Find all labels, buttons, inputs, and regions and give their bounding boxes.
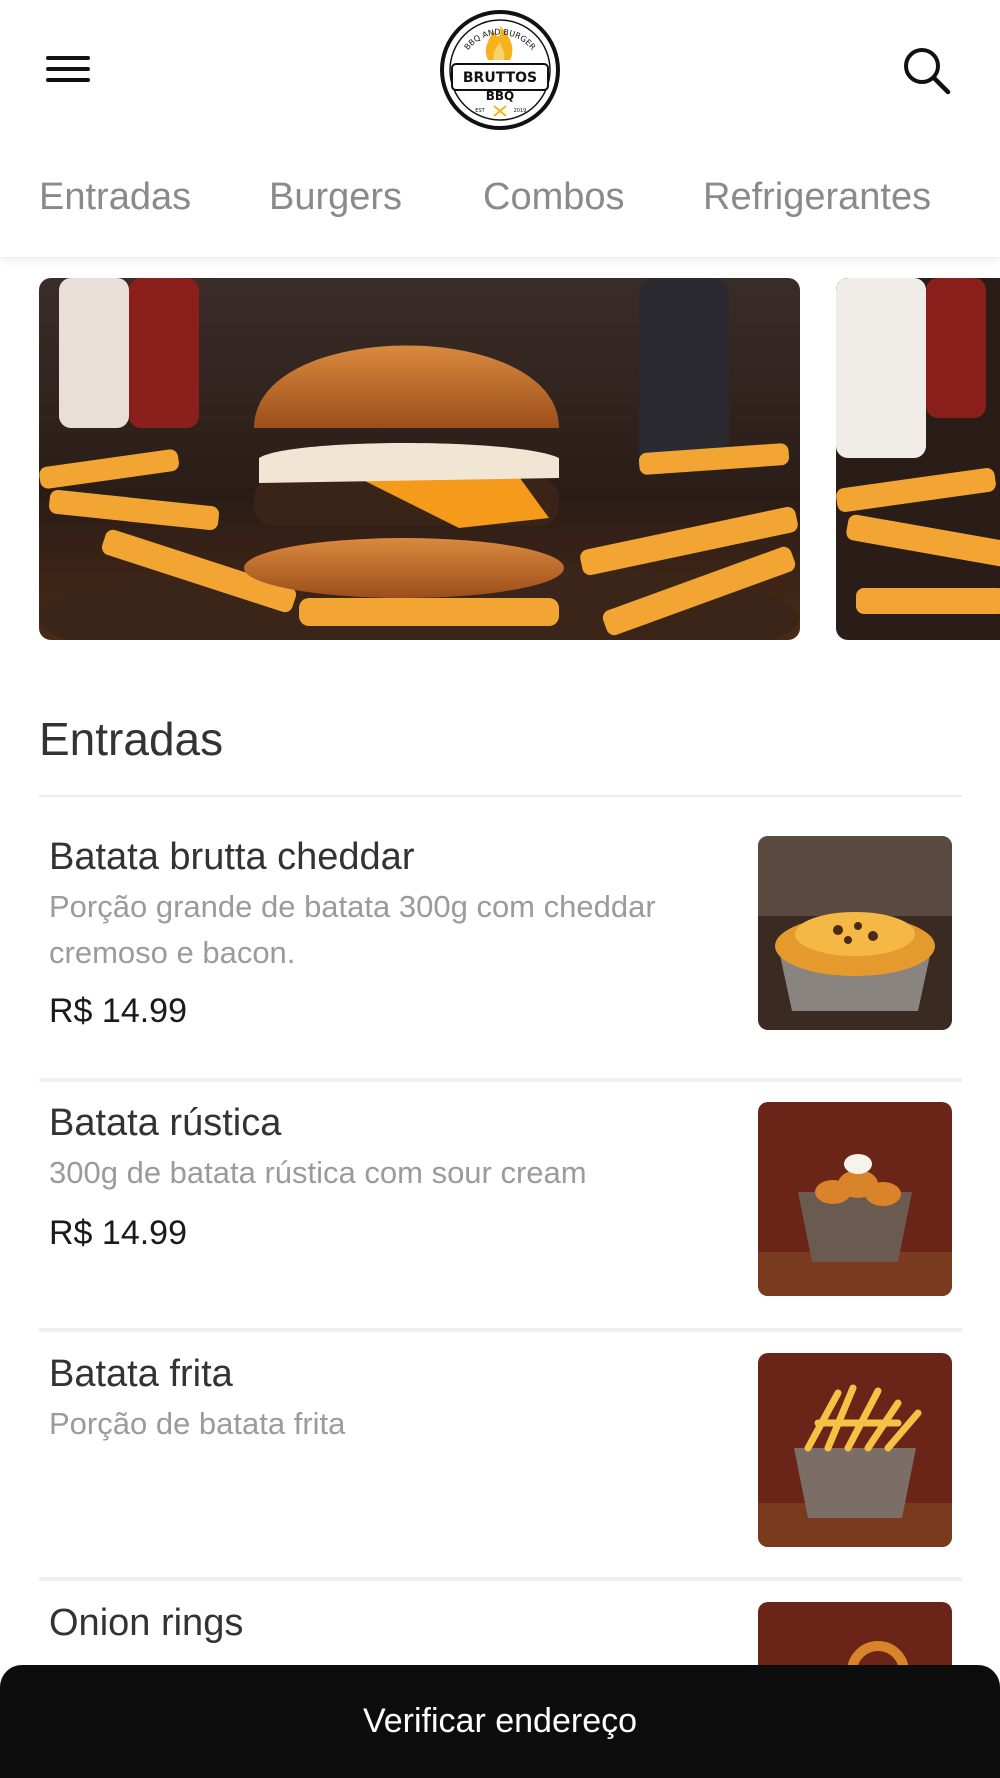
svg-text:BBQ: BBQ <box>486 89 515 103</box>
menu-item-batata-frita[interactable]: Batata frita Porção de batata frita <box>39 1347 962 1577</box>
banner-carousel[interactable] <box>0 278 1000 640</box>
category-tabs: Entradas Burgers Combos Refrigerantes <box>0 140 1000 258</box>
item-photo <box>758 1102 952 1296</box>
item-divider <box>39 1328 962 1332</box>
search-icon[interactable] <box>898 42 954 98</box>
svg-text:2019: 2019 <box>514 108 527 114</box>
app-header: BRUTTOS BBQ EST 2019 BBQ AND BURGER <box>0 0 1000 140</box>
item-price: R$ 14.99 <box>49 992 187 1030</box>
item-description: Porção de batata frita <box>49 1406 346 1441</box>
item-photo <box>758 836 952 1030</box>
svg-text:BRUTTOS: BRUTTOS <box>463 70 537 86</box>
bruttos-bbq-logo[interactable]: BRUTTOS BBQ EST 2019 BBQ AND BURGER <box>438 8 562 132</box>
item-description: 300g de batata rústica com sour cream <box>49 1155 587 1190</box>
item-name: Onion rings <box>49 1602 244 1644</box>
item-divider <box>39 1577 962 1581</box>
item-price: R$ 14.99 <box>49 1214 187 1252</box>
item-name: Batata rústica <box>49 1102 282 1144</box>
item-divider <box>39 1078 962 1082</box>
item-name: Batata brutta cheddar <box>49 836 415 878</box>
menu-item-batata-brutta-cheddar[interactable]: Batata brutta cheddar Porção grande de b… <box>39 830 962 1080</box>
tab-combos[interactable]: Combos <box>483 176 625 219</box>
item-description: Porção grande de batata 300g com cheddar… <box>49 889 656 970</box>
verify-address-button[interactable]: Verificar endereço <box>0 1665 1000 1778</box>
section-divider <box>39 795 962 797</box>
burger-banner-image[interactable] <box>39 278 800 640</box>
section-title: Entradas <box>39 713 224 765</box>
svg-text:EST: EST <box>475 108 485 114</box>
tab-entradas[interactable]: Entradas <box>39 176 191 219</box>
item-name: Batata frita <box>49 1353 233 1395</box>
tab-burgers[interactable]: Burgers <box>269 176 402 219</box>
menu-item-batata-rustica[interactable]: Batata rústica 300g de batata rústica co… <box>39 1096 962 1331</box>
tab-refrigerantes[interactable]: Refrigerantes <box>703 176 931 219</box>
hamburger-menu-icon[interactable] <box>38 46 98 92</box>
item-photo <box>758 1353 952 1547</box>
banner-image-next[interactable] <box>836 278 1000 640</box>
